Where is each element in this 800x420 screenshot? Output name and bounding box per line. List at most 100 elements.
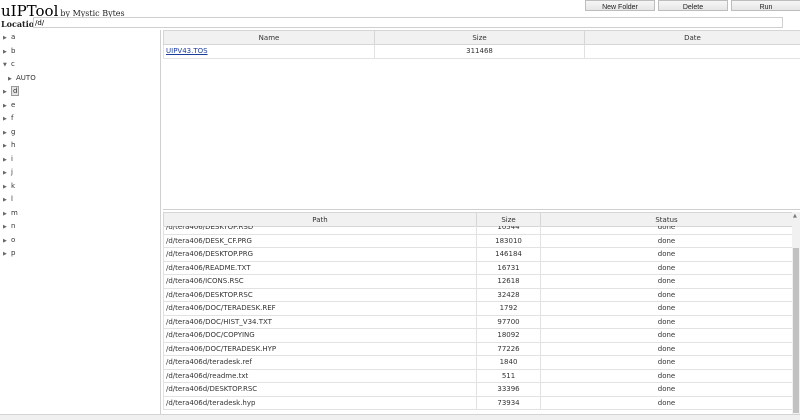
collapsed-arrow-icon[interactable]: ▶ [3, 47, 11, 57]
file-list-table: Name Size Date UIPV43.TOS 311468 [163, 30, 800, 59]
size-cell: 33396 [476, 382, 541, 397]
status-cell: done [540, 328, 792, 343]
tree-item-o[interactable]: ▶ o [3, 235, 15, 245]
collapsed-arrow-icon[interactable]: ▶ [3, 168, 11, 178]
tree-item-l[interactable]: ▶ l [3, 194, 13, 204]
transfer-row[interactable]: /d/tera406/DOC/TERADESK.HYP 77226 done [163, 341, 792, 356]
path-cell: /d/tera406/DESKTOP.RSC [163, 287, 477, 302]
collapsed-arrow-icon[interactable]: ▶ [3, 33, 11, 43]
tree-item-label: m [11, 208, 18, 217]
transfer-row[interactable]: /d/tera406d/readme.txt 511 done [163, 368, 792, 383]
column-header-size[interactable]: Size [374, 30, 585, 45]
collapsed-arrow-icon[interactable]: ▶ [3, 141, 11, 151]
tree-item-p[interactable]: ▶ p [3, 248, 15, 258]
transfer-row[interactable]: /d/tera406/DOC/COPYING 18092 done [163, 328, 792, 343]
tree-item-a[interactable]: ▶ a [3, 32, 15, 42]
tree-item-c[interactable]: ▼ c [3, 59, 15, 69]
tree-item-label: h [11, 141, 16, 149]
size-cell: 511 [476, 368, 541, 383]
tree-item-i[interactable]: ▶ i [3, 154, 13, 164]
status-cell: done [540, 301, 792, 316]
file-size-cell: 311468 [374, 44, 585, 59]
collapsed-arrow-icon[interactable]: ▶ [3, 114, 11, 124]
collapsed-arrow-icon[interactable]: ▶ [3, 128, 11, 138]
tree-item-label: d [11, 86, 20, 96]
status-cell: done [540, 274, 792, 289]
transfer-log-panel: Path Size Status /d/tera406/DESKTOP.RSD 1… [163, 212, 800, 415]
collapsed-arrow-icon[interactable]: ▶ [3, 249, 11, 259]
size-cell: 183010 [476, 233, 541, 248]
tree-item-m[interactable]: ▶ m [3, 208, 18, 218]
tree-item-label: j [11, 168, 13, 176]
location-input[interactable] [33, 17, 783, 28]
size-cell: 1840 [476, 355, 541, 370]
expanded-arrow-icon[interactable]: ▼ [3, 60, 11, 70]
path-cell: /d/tera406/README.TXT [163, 260, 477, 275]
transfer-row[interactable]: /d/tera406/DESKTOP.RSD 10544 done [163, 226, 792, 235]
tree-item-n[interactable]: ▶ n [3, 221, 15, 231]
column-header-status[interactable]: Status [540, 212, 793, 227]
transfer-row[interactable]: /d/tera406/DOC/TERADESK.REF 1792 done [163, 301, 792, 316]
scrollbar-thumb[interactable] [793, 248, 799, 413]
column-header-size[interactable]: Size [476, 212, 541, 227]
horizontal-scrollbar[interactable] [0, 414, 800, 420]
tree-item-label: i [11, 154, 13, 163]
collapsed-arrow-icon[interactable]: ▶ [3, 182, 11, 192]
collapsed-arrow-icon[interactable]: ▶ [3, 209, 11, 219]
column-header-name[interactable]: Name [163, 30, 375, 45]
transfer-log-scroll-area[interactable]: /d/tera406/DESKTOP.RSD 10544 done/d/tera40… [163, 226, 792, 415]
size-cell: 32428 [476, 287, 541, 302]
transfer-row[interactable]: /d/tera406/DOC/HIST_V34.TXT 97700 done [163, 314, 792, 329]
tree-item-f[interactable]: ▶ f [3, 113, 13, 123]
tree-item-j[interactable]: ▶ j [3, 167, 13, 177]
status-cell: done [540, 382, 792, 397]
path-cell: /d/tera406d/teradesk.ref [163, 355, 477, 370]
tree-item-label: g [11, 127, 16, 136]
collapsed-arrow-icon[interactable]: ▶ [3, 155, 11, 165]
collapsed-arrow-icon[interactable]: ▶ [3, 222, 11, 232]
tree-item-h[interactable]: ▶ h [3, 140, 15, 150]
transfer-log-scrollbar[interactable]: ▲ [792, 212, 800, 415]
tree-item-b[interactable]: ▶ b [3, 46, 15, 56]
file-name-cell: UIPV43.TOS [163, 44, 375, 59]
tree-item-label: e [11, 100, 16, 109]
tree-item-d[interactable]: ▶ d [3, 86, 20, 97]
tree-item-g[interactable]: ▶ g [3, 127, 15, 137]
collapsed-arrow-icon[interactable]: ▶ [8, 74, 16, 84]
status-cell: done [540, 341, 792, 356]
tree-item-label: f [11, 114, 14, 122]
path-cell: /d/tera406d/teradesk.hyp [163, 395, 477, 410]
transfer-row[interactable]: /d/tera406/DESKTOP.RSC 32428 done [163, 287, 792, 302]
column-header-date[interactable]: Date [584, 30, 800, 45]
tree-item-e[interactable]: ▶ e [3, 100, 15, 110]
collapsed-arrow-icon[interactable]: ▶ [3, 195, 11, 205]
tree-item-label: l [11, 195, 13, 203]
transfer-row[interactable]: /d/tera406d/teradesk.ref 1840 done [163, 355, 792, 370]
status-cell: done [540, 247, 792, 262]
file-date-cell [584, 44, 800, 59]
transfer-row[interactable]: /d/tera406d/teradesk.hyp 73934 done [163, 395, 792, 410]
new-folder-button[interactable]: New Folder [585, 0, 655, 11]
scroll-up-arrow-icon[interactable]: ▲ [793, 213, 797, 219]
run-button[interactable]: Run [731, 0, 800, 11]
collapsed-arrow-icon[interactable]: ▶ [3, 101, 11, 111]
transfer-row[interactable]: /d/tera406/ICONS.RSC 12618 done [163, 274, 792, 289]
path-cell: /d/tera406/DESKTOP.RSD [163, 226, 477, 235]
collapsed-arrow-icon[interactable]: ▶ [3, 236, 11, 246]
tree-item-auto[interactable]: ▶ AUTO [8, 73, 36, 83]
transfer-row[interactable]: /d/tera406/DESK_CF.PRG 183010 done [163, 233, 792, 248]
collapsed-arrow-icon[interactable]: ▶ [3, 87, 11, 97]
path-cell: /d/tera406/DOC/TERADESK.REF [163, 301, 477, 316]
size-cell: 18092 [476, 328, 541, 343]
delete-button[interactable]: Delete [658, 0, 728, 11]
status-cell: done [540, 314, 792, 329]
status-cell: done [540, 233, 792, 248]
tree-item-k[interactable]: ▶ k [3, 181, 15, 191]
transfer-row[interactable]: /d/tera406/DESKTOP.PRG 146184 done [163, 247, 792, 262]
transfer-row[interactable]: /d/tera406d/DESKTOP.RSC 33396 done [163, 382, 792, 397]
transfer-row[interactable]: /d/tera406/README.TXT 16731 done [163, 260, 792, 275]
file-link[interactable]: UIPV43.TOS [166, 47, 208, 55]
file-row[interactable]: UIPV43.TOS 311468 [163, 44, 800, 59]
size-cell: 1792 [476, 301, 541, 316]
column-header-path[interactable]: Path [163, 212, 477, 227]
